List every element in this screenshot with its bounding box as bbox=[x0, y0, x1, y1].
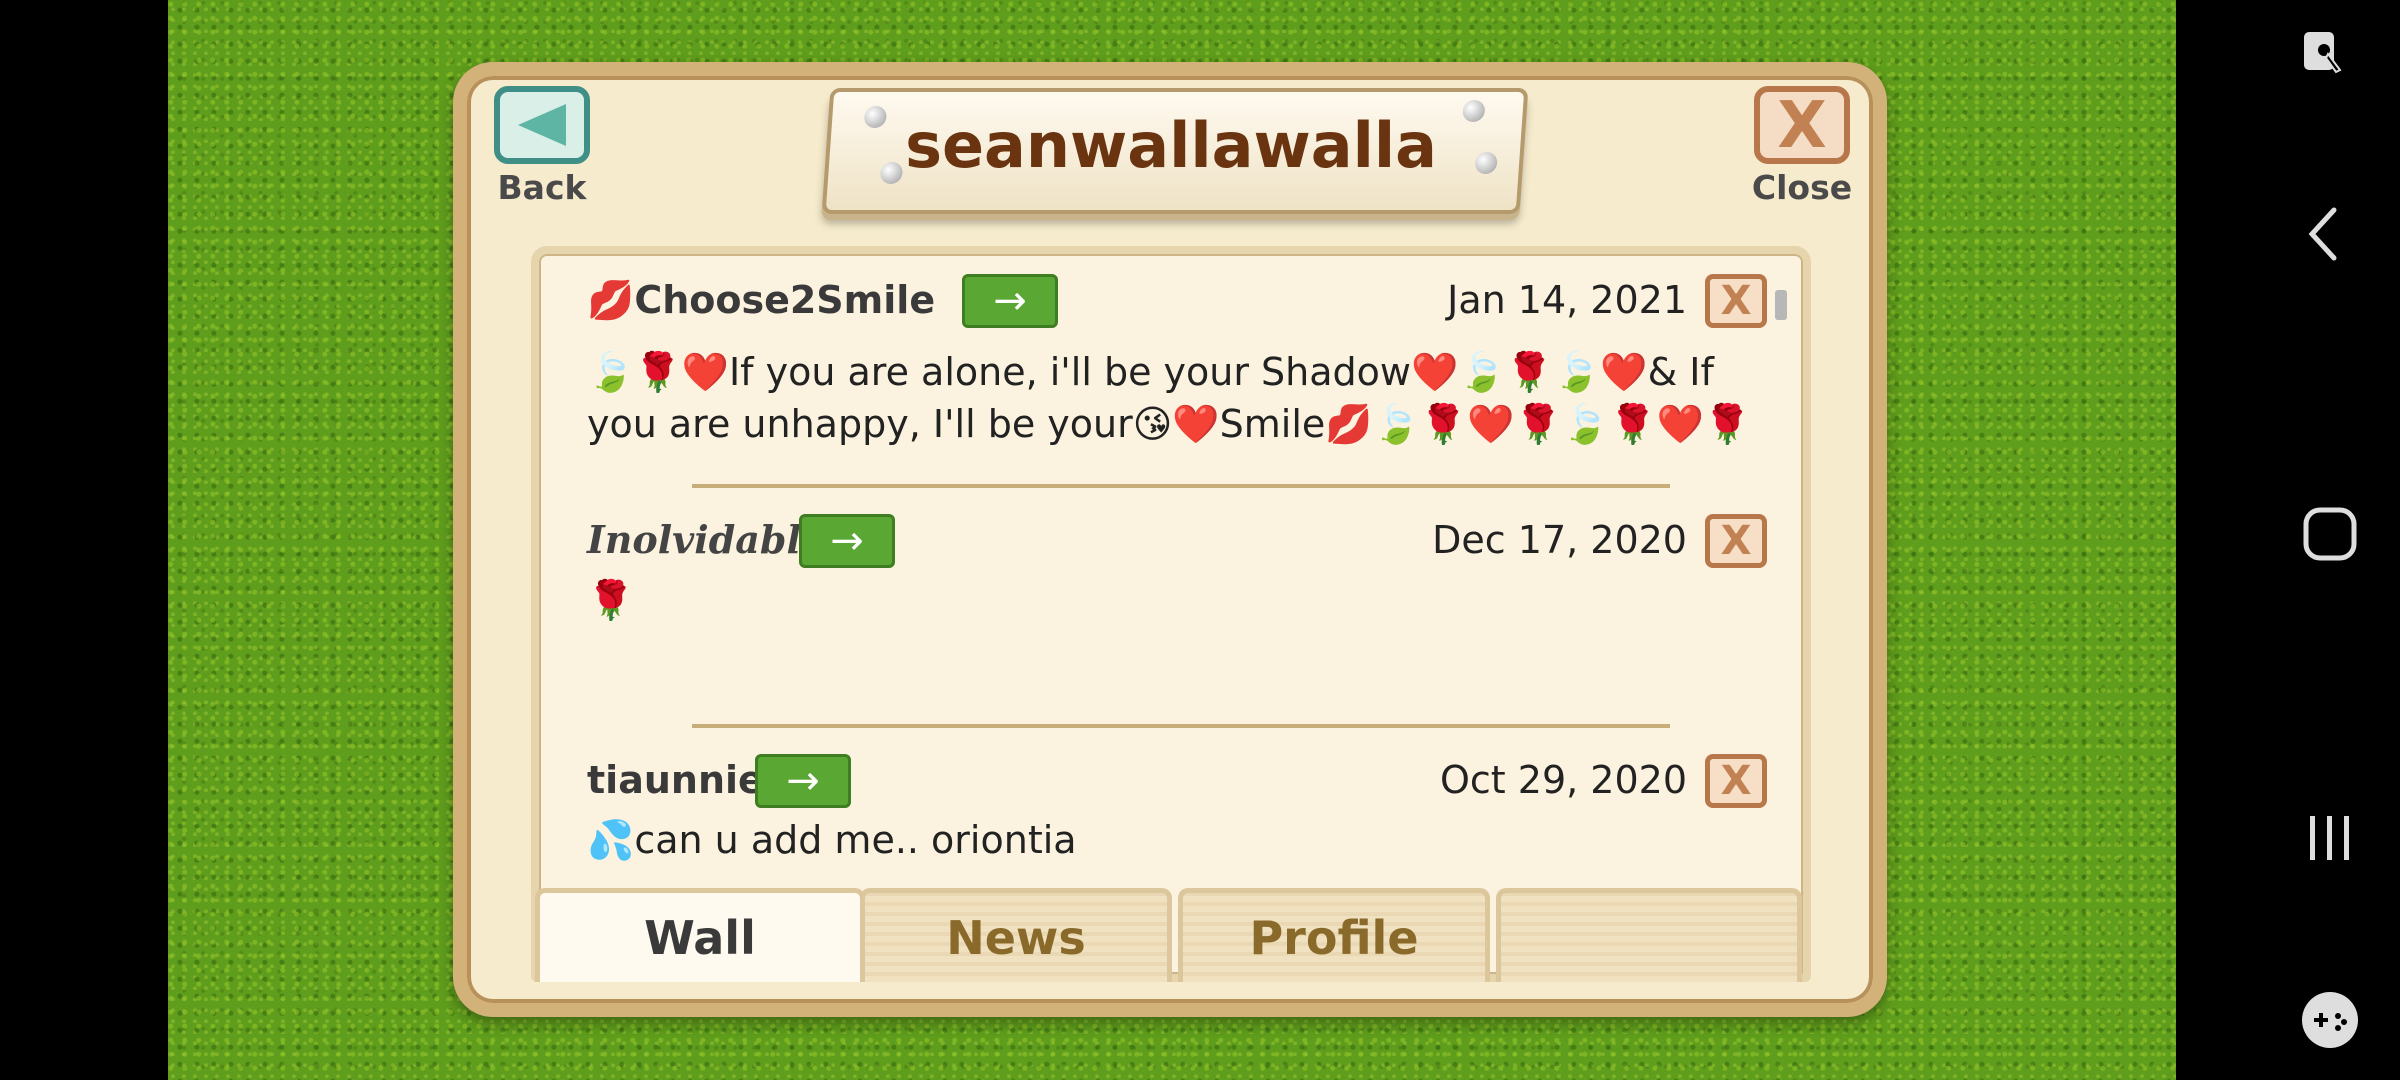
visit-profile-button[interactable]: → bbox=[962, 274, 1058, 328]
delete-post-button[interactable]: X bbox=[1705, 514, 1767, 568]
tab-wall[interactable]: Wall bbox=[535, 888, 865, 982]
arrow-right-icon: → bbox=[786, 758, 820, 804]
nav-back-icon[interactable] bbox=[2288, 200, 2364, 268]
post-header: 💋Choose2Smile → Jan 14, 2021 X bbox=[587, 270, 1767, 330]
close-label: Close bbox=[1751, 168, 1853, 207]
post-date: Jan 14, 2021 bbox=[1447, 278, 1687, 322]
post-header: Inolvidable → Dec 17, 2020 X bbox=[587, 510, 1767, 570]
post-date: Oct 29, 2020 bbox=[1440, 758, 1687, 802]
post-message: 🌹 bbox=[587, 578, 635, 622]
nav-recents-icon[interactable] bbox=[2300, 808, 2360, 868]
arrow-right-icon: → bbox=[993, 278, 1027, 324]
close-button[interactable]: X Close bbox=[1742, 86, 1862, 207]
arrow-right-icon: → bbox=[830, 518, 864, 564]
post-divider bbox=[692, 724, 1670, 728]
visit-profile-button[interactable]: → bbox=[755, 754, 851, 808]
post-author[interactable]: tiaunnie bbox=[587, 750, 764, 810]
screen-lock-touch-icon[interactable] bbox=[2300, 28, 2352, 80]
page-title: seanwallawalla bbox=[905, 109, 1437, 182]
post-divider bbox=[692, 484, 1670, 488]
delete-post-button[interactable]: X bbox=[1705, 274, 1767, 328]
system-nav-bar bbox=[2176, 0, 2400, 1080]
post-date: Dec 17, 2020 bbox=[1432, 518, 1687, 562]
post-author[interactable]: 💋Choose2Smile bbox=[587, 270, 935, 330]
post-header: tiaunnie → Oct 29, 2020 X bbox=[587, 750, 1767, 810]
post-author[interactable]: Inolvidable bbox=[587, 510, 825, 570]
tab-profile[interactable]: Profile bbox=[1178, 888, 1490, 982]
visit-profile-button[interactable]: → bbox=[799, 514, 895, 568]
tab-news[interactable]: News bbox=[860, 888, 1172, 982]
back-icon bbox=[494, 86, 590, 164]
nav-home-icon[interactable] bbox=[2300, 504, 2360, 564]
delete-post-button[interactable]: X bbox=[1705, 754, 1767, 808]
back-button[interactable]: Back bbox=[482, 86, 602, 207]
wall-feed[interactable]: 💋Choose2Smile → Jan 14, 2021 X 🍃🌹❤️If yo… bbox=[555, 270, 1787, 880]
tab-empty[interactable] bbox=[1496, 888, 1802, 982]
post-message: 🍃🌹❤️If you are alone, i'll be your Shado… bbox=[587, 350, 1752, 446]
back-label: Back bbox=[497, 168, 587, 207]
post-message: 💦can u add me.. oriontia bbox=[587, 818, 1077, 862]
game-controller-icon[interactable] bbox=[2298, 988, 2362, 1052]
close-icon: X bbox=[1754, 86, 1850, 164]
